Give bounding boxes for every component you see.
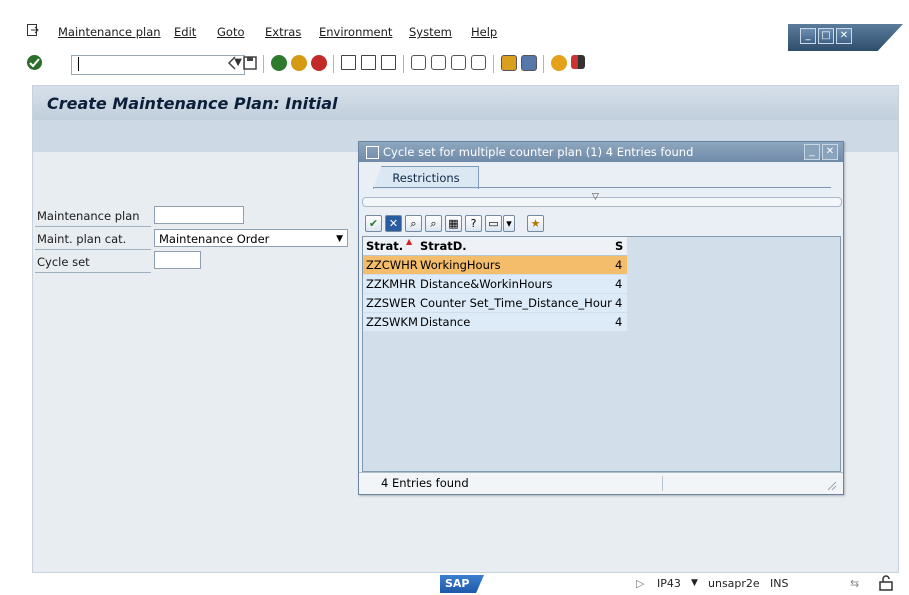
popup-toolbar: ✔ ✕ ⌕ ⌕ ▦ ? ▭ ▾ ★ xyxy=(363,213,839,235)
result-list: Strat. ▲ StratD. S ZZCWHR WorkingHours 4… xyxy=(362,236,841,472)
status-bar: SAP ▷ IP43 ▼ unsapr2e INS ⇆ xyxy=(32,571,909,595)
connection-icon: ⇆ xyxy=(850,577,860,590)
resize-grip-icon[interactable] xyxy=(825,479,837,491)
last-page-icon[interactable] xyxy=(471,55,486,70)
prev-page-icon[interactable] xyxy=(431,55,446,70)
expand-arrow-icon[interactable]: ▽ xyxy=(592,192,599,202)
cancel-icon[interactable]: ✕ xyxy=(385,215,402,232)
cancel-icon[interactable] xyxy=(311,55,327,71)
list-header: Strat. ▲ StratD. S xyxy=(363,237,627,256)
layout-icon[interactable] xyxy=(571,55,585,69)
exit-icon[interactable] xyxy=(291,55,307,71)
window-icon xyxy=(366,146,379,159)
strat-cell: ZZKMHR xyxy=(366,277,416,291)
s-cell: 4 xyxy=(615,315,623,329)
standard-toolbar: ▼ xyxy=(27,52,897,78)
first-page-icon[interactable] xyxy=(411,55,426,70)
stratd-cell: Distance&WorkinHours xyxy=(420,277,553,291)
menu-icon[interactable] xyxy=(27,24,39,36)
sort-ascending-icon: ▲ xyxy=(406,237,413,246)
title-bar: Create Maintenance Plan: Initial xyxy=(33,86,898,120)
insert-mode: INS xyxy=(770,577,789,590)
maximize-icon[interactable]: □ xyxy=(818,28,834,44)
stratd-cell: WorkingHours xyxy=(420,258,501,272)
print-icon[interactable] xyxy=(341,55,356,70)
back-green-icon[interactable] xyxy=(271,55,287,71)
strat-cell: ZZSWER xyxy=(366,296,416,310)
server-name: unsapr2e xyxy=(708,577,760,590)
back-icon[interactable] xyxy=(227,56,237,70)
sap-logo: SAP xyxy=(440,575,484,593)
enter-icon[interactable] xyxy=(27,55,42,70)
column-stratd[interactable]: StratD. xyxy=(420,239,467,253)
strat-cell: ZZSWKM xyxy=(366,315,418,329)
help-icon[interactable]: ? xyxy=(465,215,482,232)
list-item[interactable]: ZZKMHR Distance&WorkinHours 4 xyxy=(363,275,627,293)
menu-edit[interactable]: Edit xyxy=(174,25,196,39)
maintenance-plan-input[interactable] xyxy=(154,206,244,224)
s-cell: 4 xyxy=(615,296,623,310)
play-icon[interactable]: ▷ xyxy=(636,577,644,590)
cycle-set-input[interactable] xyxy=(154,251,201,269)
close-icon[interactable]: ✕ xyxy=(836,28,852,44)
find-icon[interactable]: ⌕ xyxy=(405,215,422,232)
menu-bar: Maintenance plan Edit Goto Extras Enviro… xyxy=(0,18,909,51)
s-cell: 4 xyxy=(615,277,623,291)
entries-found-text: 4 Entries found xyxy=(381,476,469,490)
list-item[interactable]: ZZSWER Counter Set_Time_Distance_Hour 4 xyxy=(363,294,627,312)
column-strat[interactable]: Strat. xyxy=(366,239,403,253)
window-controls: _ □ ✕ xyxy=(788,24,903,51)
list-item[interactable]: ZZSWKM Distance 4 xyxy=(363,313,627,331)
maintenance-plan-label: Maintenance plan xyxy=(37,209,140,223)
shortcut-icon[interactable] xyxy=(521,55,537,71)
personal-list-icon[interactable]: ★ xyxy=(527,215,544,232)
menu-goto[interactable]: Goto xyxy=(217,25,245,39)
find-next-icon[interactable]: ⌕ xyxy=(425,215,442,232)
strat-cell: ZZCWHR xyxy=(366,258,418,272)
minimize-icon[interactable]: _ xyxy=(804,144,820,160)
menu-help[interactable]: Help xyxy=(471,25,497,39)
confirm-icon[interactable]: ✔ xyxy=(365,215,382,232)
menu-extras[interactable]: Extras xyxy=(265,25,301,39)
popup-title: Cycle set for multiple counter plan (1) … xyxy=(383,145,694,159)
menu-environment[interactable]: Environment xyxy=(319,25,392,39)
save-icon[interactable] xyxy=(243,56,257,70)
print-icon[interactable]: ▭ xyxy=(485,215,502,232)
cycle-set-popup: Cycle set for multiple counter plan (1) … xyxy=(358,141,844,495)
find-next-icon[interactable] xyxy=(381,55,396,70)
collapse-bar[interactable] xyxy=(362,197,842,207)
lock-icon xyxy=(879,575,893,591)
chevron-down-icon[interactable]: ▾ xyxy=(503,215,515,232)
menu-system[interactable]: System xyxy=(409,25,452,39)
filter-icon[interactable]: ▦ xyxy=(445,215,462,232)
chevron-down-icon[interactable]: ▼ xyxy=(691,578,698,588)
create-session-icon[interactable] xyxy=(501,55,517,71)
cycle-set-label: Cycle set xyxy=(37,255,90,269)
command-field[interactable]: ▼ xyxy=(71,55,245,75)
plan-category-label: Maint. plan cat. xyxy=(37,232,127,246)
next-page-icon[interactable] xyxy=(451,55,466,70)
tab-restrictions[interactable]: Restrictions xyxy=(373,166,479,189)
column-s[interactable]: S xyxy=(615,239,623,253)
s-cell: 4 xyxy=(615,258,623,272)
close-icon[interactable]: ✕ xyxy=(822,144,838,160)
popup-status-bar: 4 Entries found xyxy=(359,472,843,494)
system-id: IP43 xyxy=(657,577,681,590)
find-icon[interactable] xyxy=(361,55,376,70)
minimize-icon[interactable]: _ xyxy=(800,28,816,44)
list-item[interactable]: ZZCWHR WorkingHours 4 xyxy=(363,256,627,274)
plan-category-value: Maintenance Order xyxy=(159,232,270,246)
chevron-down-icon[interactable]: ▼ xyxy=(336,230,343,248)
popup-title-bar: Cycle set for multiple counter plan (1) … xyxy=(359,142,843,162)
stratd-cell: Counter Set_Time_Distance_Hour xyxy=(420,296,612,310)
menu-maintenance-plan[interactable]: Maintenance plan xyxy=(58,25,161,39)
stratd-cell: Distance xyxy=(420,315,471,329)
help-icon[interactable] xyxy=(551,55,567,71)
plan-category-select[interactable]: Maintenance Order ▼ xyxy=(154,229,348,247)
page-title: Create Maintenance Plan: Initial xyxy=(47,94,338,113)
